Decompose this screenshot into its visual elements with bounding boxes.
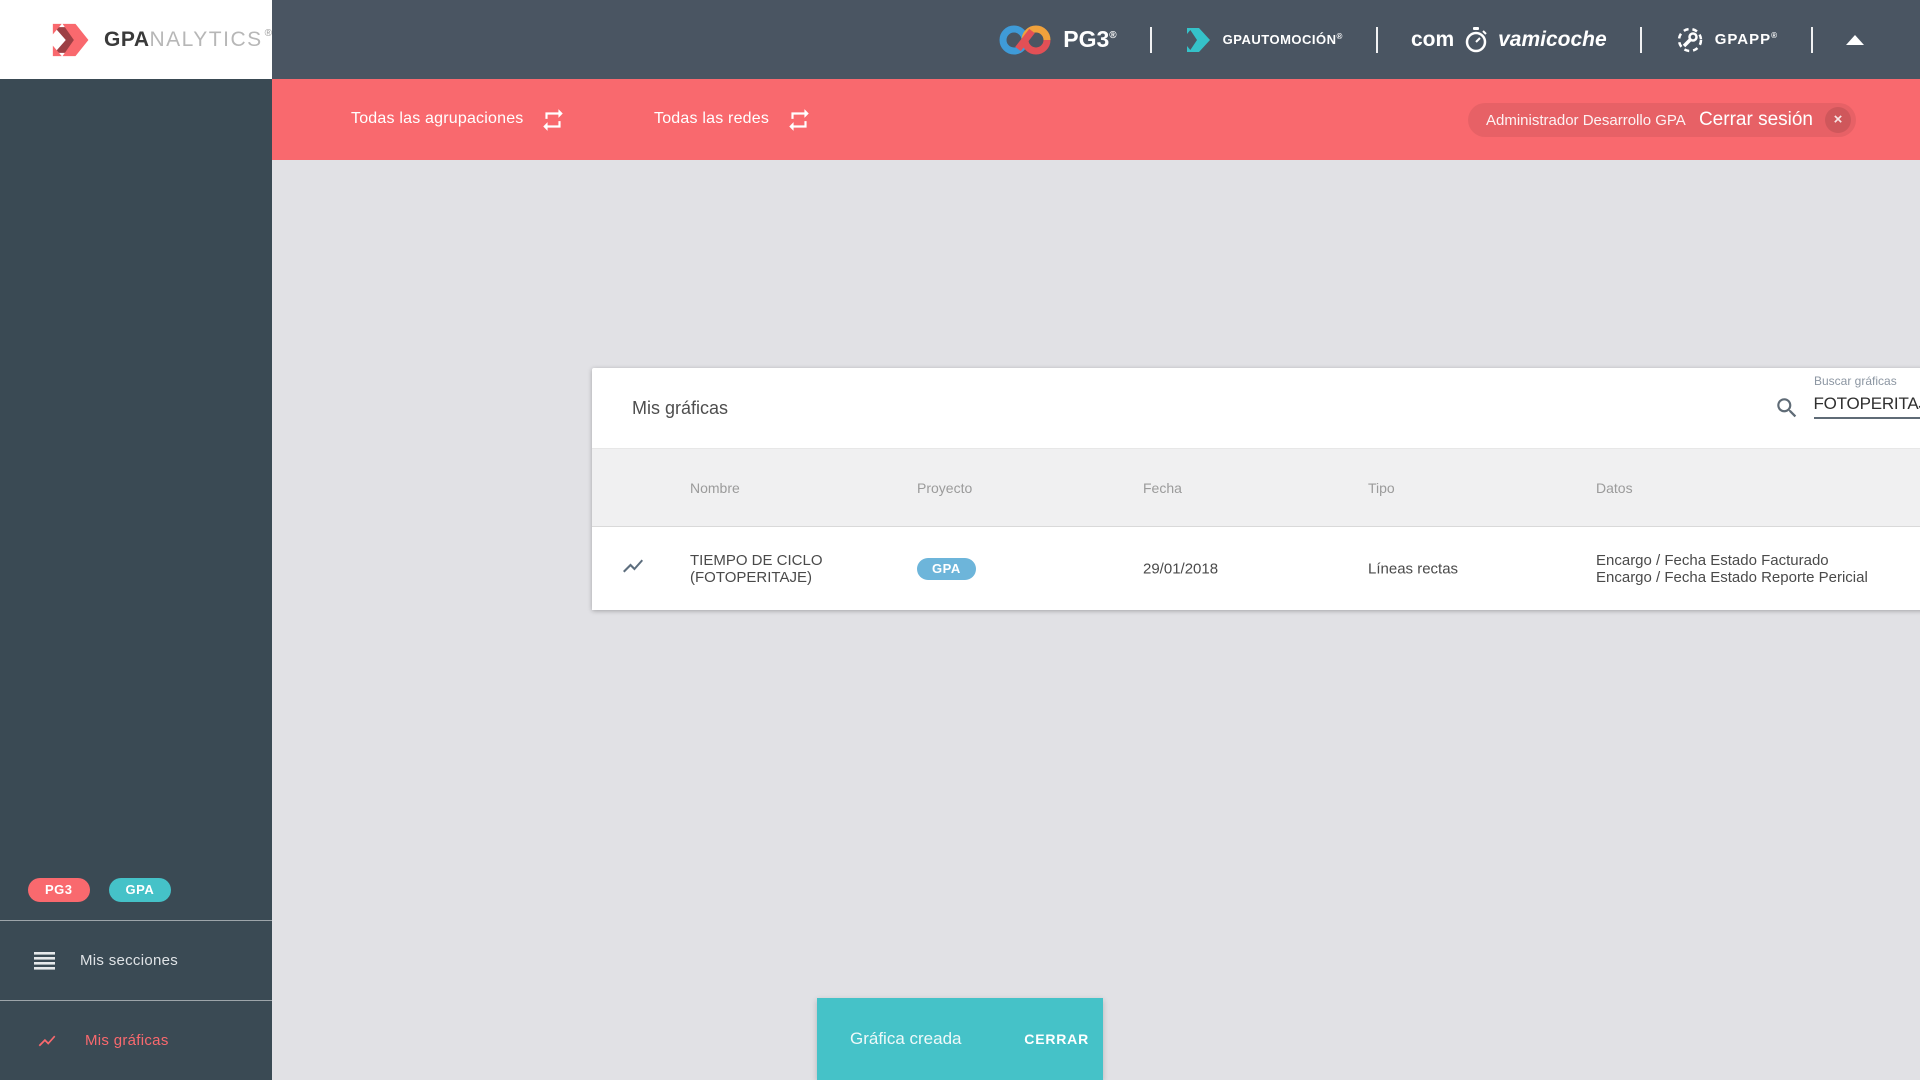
agrupaciones-filter[interactable]: Todas las agrupaciones [351, 110, 524, 128]
header-separator [1639, 26, 1642, 53]
brand-registered-mark: ® [264, 27, 272, 39]
column-header-datos: Datos [1596, 479, 1633, 496]
sidebar-item-mis-graficas[interactable]: Mis gráficas [0, 1000, 272, 1080]
table-header: Nombre Proyecto Fecha Tipo Datos [592, 448, 1920, 527]
cell-fecha: 29/01/2018 [1143, 560, 1219, 578]
redes-filter[interactable]: Todas las redes [654, 110, 769, 128]
project-badge: GPA [917, 558, 976, 580]
pg3-infinity-icon [999, 24, 1051, 54]
gpautomocion-label: GPAUTOMOCIÓN® [1222, 32, 1343, 47]
gpautomocion-arrow-icon [1186, 27, 1210, 52]
sections-list-icon [34, 951, 55, 970]
page-title: Mis gráficas [632, 397, 729, 418]
column-header-nombre: Nombre [690, 479, 740, 496]
logout-close-icon[interactable]: × [1825, 107, 1851, 133]
app-root: GPANALYTICS ® PG3® GPAUTOMOCIÓN® com vam… [0, 0, 1920, 1080]
filter-bar: Todas las agrupaciones Todas las redes A… [272, 79, 1920, 160]
logout-button[interactable]: Cerrar sesión [1699, 109, 1813, 131]
collapse-arrow-button[interactable] [1846, 34, 1864, 45]
gpautomocion-logo[interactable]: GPAUTOMOCIÓN® [1185, 26, 1343, 54]
column-header-proyecto: Proyecto [917, 479, 973, 496]
search-icon[interactable] [1774, 395, 1800, 421]
cell-datos: Encargo / Fecha Estado Facturado Encargo… [1596, 552, 1868, 586]
swap-agrupaciones-icon[interactable] [540, 107, 566, 133]
snackbar-close-button[interactable]: CERRAR [1024, 1031, 1089, 1047]
graficas-card: Mis gráficas Buscar gráficas (FOTOPERITA… [592, 368, 1920, 610]
top-header: PG3® GPAUTOMOCIÓN® com vamicoche GPAPP® [272, 0, 1920, 79]
sidebar-badge-gpa[interactable]: GPA [108, 878, 172, 902]
gpapp-label: GPAPP® [1714, 31, 1778, 48]
user-session-pill: Administrador Desarrollo GPA Cerrar sesi… [1468, 103, 1856, 137]
cell-tipo: Líneas rectas [1368, 560, 1459, 578]
sidebar-item-mis-secciones[interactable]: Mis secciones [0, 920, 272, 1000]
sidebar-badges: PG3 GPA [28, 878, 172, 902]
header-separator [1811, 26, 1813, 53]
comvamicoche-logo[interactable]: com vamicoche [1410, 26, 1607, 53]
comvamicoche-pre: com [1410, 27, 1455, 51]
snackbar-message: Gráfica creada [850, 1029, 962, 1048]
sidebar: PG3 GPA Mis secciones Mis gráficas [0, 79, 272, 1080]
sidebar-item-label: Mis secciones [80, 952, 179, 969]
brand-bold: GPA [104, 27, 150, 51]
column-header-tipo: Tipo [1368, 479, 1395, 496]
header-separator [1149, 26, 1152, 53]
gpanalytics-brand[interactable]: GPANALYTICS ® [0, 0, 272, 79]
comvamicoche-post: vamicoche [1498, 27, 1607, 51]
stopwatch-icon [1465, 26, 1487, 52]
search-input-label: Buscar gráficas [1814, 374, 1897, 388]
pg3-label: PG3® [1063, 26, 1117, 52]
gpapp-gauge-wrench-icon [1677, 27, 1702, 52]
pg3-logo[interactable]: PG3® [997, 22, 1117, 58]
chart-line-icon [38, 1035, 56, 1046]
content-area: Mis gráficas Buscar gráficas (FOTOPERITA… [272, 160, 1920, 1080]
column-header-fecha: Fecha [1143, 479, 1182, 496]
brand-light: NALYTICS [149, 27, 263, 51]
snackbar: Gráfica creada CERRAR [817, 998, 1103, 1080]
gpapp-logo[interactable]: GPAPP® [1675, 25, 1778, 55]
table-row[interactable]: TIEMPO DE CICLO (FOTOPERITAJE) GPA 29/01… [592, 528, 1920, 610]
user-name: Administrador Desarrollo GPA [1486, 111, 1686, 129]
header-separator [1375, 26, 1378, 53]
gpanalytics-logo-icon [52, 23, 89, 56]
brand-wordmark: GPANALYTICS ® [104, 28, 272, 52]
sidebar-badge-pg3[interactable]: PG3 [28, 878, 90, 902]
search-input-value: (FOTOPERITAJE) [1814, 394, 1920, 413]
search-input[interactable]: Buscar gráficas (FOTOPERITAJE) [1814, 374, 1920, 419]
swap-redes-icon[interactable] [786, 107, 812, 133]
sidebar-item-label: Mis gráficas [85, 1032, 169, 1049]
chart-line-icon [623, 559, 643, 573]
cell-nombre: TIEMPO DE CICLO (FOTOPERITAJE) [690, 552, 823, 586]
